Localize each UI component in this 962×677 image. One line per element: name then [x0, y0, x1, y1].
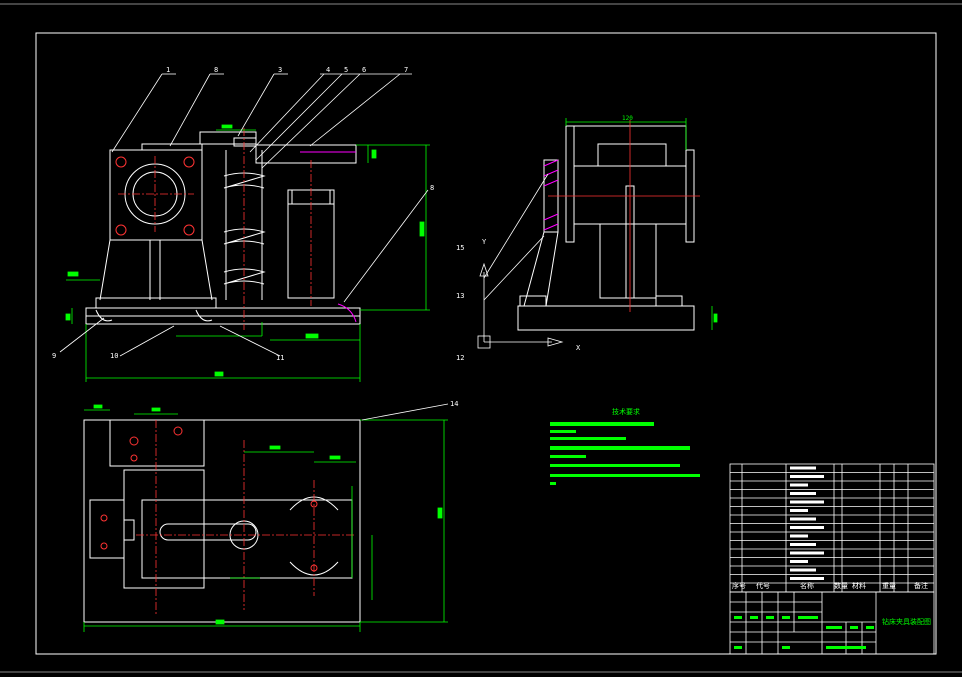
balloon-9: 9	[52, 352, 56, 360]
dim-text-arm	[371, 149, 377, 159]
bom-header-no: 序号	[732, 581, 746, 590]
bom-row-fill	[790, 543, 816, 546]
bom-row-fill	[790, 517, 816, 521]
tb-fill-4	[782, 616, 790, 619]
balloon-5: 5	[344, 66, 348, 74]
dim-text-hole-pitch	[151, 407, 161, 412]
tb-fill-7	[850, 626, 858, 629]
note-line-1	[550, 422, 654, 426]
balloon-8b: 8	[430, 184, 434, 192]
dim-text-height	[419, 221, 425, 237]
dim-text-base	[65, 313, 71, 321]
tb-fill-8	[866, 626, 874, 629]
tb-fill-11	[826, 646, 866, 649]
dim-text-foot	[67, 271, 79, 277]
note-line-4	[550, 446, 690, 450]
dim-text-arm-end	[329, 455, 341, 460]
dim-text-bushing	[221, 124, 233, 129]
note-line-6	[550, 464, 680, 467]
dim-text-right-offset	[305, 333, 319, 339]
balloon-1: 1	[166, 66, 170, 74]
tb-fill-6	[826, 626, 842, 629]
bom-row-fill	[790, 534, 808, 538]
bom-row-fill	[790, 568, 816, 572]
bom-row-fill	[790, 560, 808, 563]
tb-fill-1	[734, 616, 742, 619]
bom-row-fill	[790, 466, 816, 470]
tb-fill-3	[766, 616, 774, 619]
tb-fill-10	[782, 646, 790, 649]
bom-row-fill	[790, 509, 808, 512]
tb-fill-2	[750, 616, 758, 619]
bom-header-code: 代号	[756, 581, 770, 590]
drawing-name: 钻床夹具装配图	[882, 617, 931, 626]
balloon-6: 6	[362, 66, 366, 74]
balloon-11: 11	[276, 354, 284, 362]
balloon-3: 3	[278, 66, 282, 74]
bom-header-remark: 备注	[914, 581, 928, 590]
note-line-5	[550, 455, 586, 458]
dim-text-top-width	[215, 619, 225, 625]
note-line-3	[550, 437, 626, 440]
notes-title: 技术要求	[612, 407, 640, 416]
bom-row-fill	[790, 475, 824, 478]
bom-row-fill	[790, 577, 824, 580]
dim-text-arm-pitch	[269, 445, 281, 450]
bom-row-fill	[790, 526, 824, 529]
note-line-7	[550, 474, 700, 477]
balloon-10: 10	[110, 352, 118, 360]
tb-fill-9	[734, 646, 742, 649]
bom-row-fill	[790, 492, 816, 495]
dim-text-side-base	[713, 313, 718, 323]
balloon-8a: 8	[214, 66, 218, 74]
tb-fill-5	[798, 616, 818, 619]
bom-header-qty: 数量	[834, 581, 848, 590]
balloon-4: 4	[326, 66, 330, 74]
bom-row-fill	[790, 483, 808, 487]
balloon-15: 15	[456, 244, 464, 252]
balloon-14: 14	[450, 400, 458, 408]
bom-header-material: 材料	[852, 581, 866, 590]
bom-header-name: 名称	[800, 581, 814, 590]
dim-text-offset-left	[93, 404, 103, 409]
note-line-2	[550, 430, 576, 433]
balloon-7: 7	[404, 66, 408, 74]
balloon-12: 12	[456, 354, 464, 362]
dim-text-overall	[214, 371, 224, 377]
cad-drawing-canvas: 1 8 3 4 5 6 7 8 9 10 11 120 Y X 15 13 12…	[0, 0, 962, 677]
bom-header-weight: 重量	[882, 582, 896, 590]
note-line-8	[550, 482, 556, 485]
bom-row-fill	[790, 551, 824, 555]
balloon-13: 13	[456, 292, 464, 300]
side-top-width-text: 120	[622, 115, 633, 122]
bom-row-fill	[790, 500, 824, 504]
dim-text-top-depth	[437, 507, 443, 519]
